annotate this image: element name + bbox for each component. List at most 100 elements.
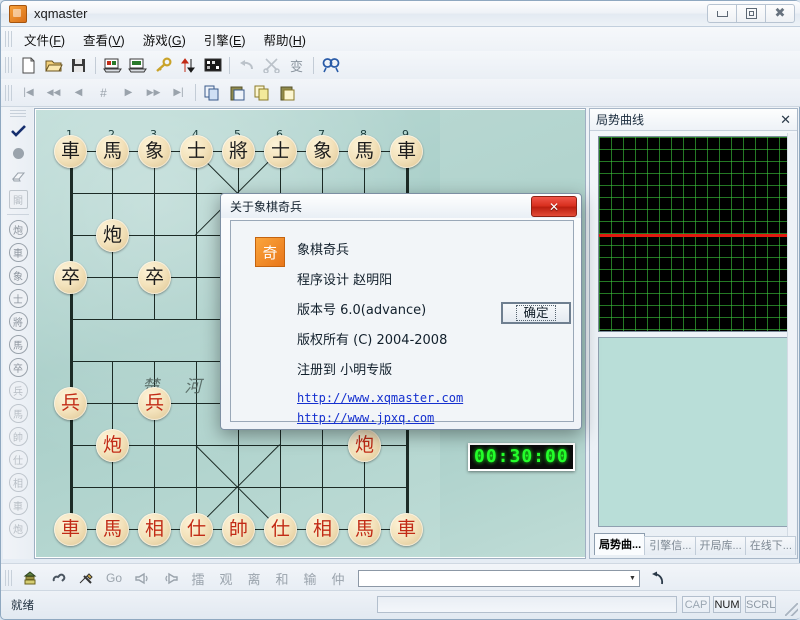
- key-icon[interactable]: [151, 54, 174, 76]
- connect-server-icon[interactable]: [17, 568, 43, 588]
- copy-moves-icon[interactable]: [251, 82, 274, 104]
- leave-button[interactable]: 离: [241, 568, 267, 588]
- challenge-button[interactable]: 擂: [185, 568, 211, 588]
- close-button[interactable]: ✖: [765, 4, 795, 23]
- board-setup-icon[interactable]: [201, 54, 224, 76]
- observe-button[interactable]: 观: [213, 568, 239, 588]
- first-move-icon[interactable]: |◀: [17, 82, 40, 104]
- tab-online-play[interactable]: 在线下...: [745, 536, 796, 555]
- eraser-tool[interactable]: [6, 165, 30, 188]
- link-icon[interactable]: [45, 568, 71, 588]
- board-piece[interactable]: 車: [54, 135, 87, 168]
- board-piece[interactable]: 兵: [138, 387, 171, 420]
- menu-view[interactable]: 查看(V): [74, 28, 134, 51]
- piece-black-jiang[interactable]: 將: [6, 310, 30, 333]
- chat-input[interactable]: ▼: [358, 570, 640, 587]
- board-tool[interactable]: 閣: [6, 188, 30, 211]
- copy-board-icon[interactable]: [201, 82, 224, 104]
- board-piece[interactable]: 馬: [348, 513, 381, 546]
- piece-red-shi[interactable]: 仕: [6, 448, 30, 471]
- online-toolbar-grip[interactable]: [5, 570, 12, 586]
- board-piece[interactable]: 炮: [348, 429, 381, 462]
- about-dialog-titlebar[interactable]: 关于象棋奇兵 ✕: [221, 194, 581, 218]
- board-piece[interactable]: 馬: [96, 513, 129, 546]
- piece-black-ju[interactable]: 車: [6, 241, 30, 264]
- flip-board-icon[interactable]: [176, 54, 199, 76]
- board-piece[interactable]: 象: [306, 135, 339, 168]
- board-piece[interactable]: 仕: [180, 513, 213, 546]
- last-move-icon[interactable]: ▶|: [167, 82, 190, 104]
- dot-tool[interactable]: [6, 142, 30, 165]
- piece-black-shi[interactable]: 士: [6, 287, 30, 310]
- open-file-icon[interactable]: [42, 54, 65, 76]
- tab-opening-book[interactable]: 开局库...: [695, 536, 746, 555]
- board-piece[interactable]: 仕: [264, 513, 297, 546]
- board-piece[interactable]: 士: [264, 135, 297, 168]
- speak-right-icon[interactable]: [157, 568, 183, 588]
- board-piece[interactable]: 帥: [222, 513, 255, 546]
- board-piece[interactable]: 車: [390, 513, 423, 546]
- next-move-icon[interactable]: ▶: [117, 82, 140, 104]
- board-piece[interactable]: 卒: [138, 261, 171, 294]
- paste-board-icon[interactable]: [226, 82, 249, 104]
- menu-engine[interactable]: 引擎(E): [195, 28, 255, 51]
- arbiter-button[interactable]: 仲: [325, 568, 351, 588]
- piece-red-bing[interactable]: 兵: [6, 379, 30, 402]
- minimize-button[interactable]: [707, 4, 737, 23]
- board-piece[interactable]: 象: [138, 135, 171, 168]
- piece-red-ju[interactable]: 車: [6, 494, 30, 517]
- board-piece[interactable]: 相: [138, 513, 171, 546]
- board-piece[interactable]: 兵: [54, 387, 87, 420]
- piece-black-pao[interactable]: 炮: [6, 218, 30, 241]
- board-piece[interactable]: 炮: [96, 429, 129, 462]
- resize-grip[interactable]: [785, 603, 798, 616]
- new-file-icon[interactable]: [17, 54, 40, 76]
- about-link-xqmaster[interactable]: http://www.xqmaster.com: [297, 391, 463, 405]
- move-number-icon[interactable]: #: [92, 82, 115, 104]
- piece-black-xiang[interactable]: 象: [6, 264, 30, 287]
- maximize-button[interactable]: [736, 4, 766, 23]
- speak-left-icon[interactable]: [129, 568, 155, 588]
- board-piece[interactable]: 馬: [96, 135, 129, 168]
- evaluation-curve-chart[interactable]: [598, 136, 790, 332]
- piece-red-shuai[interactable]: 帥: [6, 425, 30, 448]
- board-piece[interactable]: 炮: [96, 219, 129, 252]
- send-undo-icon[interactable]: [645, 568, 671, 588]
- select-tool[interactable]: [6, 119, 30, 142]
- board-piece[interactable]: 將: [222, 135, 255, 168]
- board-piece[interactable]: 卒: [54, 261, 87, 294]
- sidebar-grip[interactable]: [10, 110, 26, 117]
- save-file-icon[interactable]: [67, 54, 90, 76]
- menu-help[interactable]: 帮助(H): [255, 28, 315, 51]
- menu-file[interactable]: 文件(F): [15, 28, 74, 51]
- piece-red-ma[interactable]: 馬: [6, 402, 30, 425]
- main-toolbar-grip[interactable]: [5, 57, 12, 73]
- fast-back-icon[interactable]: ◀◀: [42, 82, 65, 104]
- right-panel-close-icon[interactable]: ✕: [780, 112, 791, 128]
- paste-moves-icon[interactable]: [276, 82, 299, 104]
- fast-forward-icon[interactable]: ▶▶: [142, 82, 165, 104]
- tools-icon[interactable]: [73, 568, 99, 588]
- chevron-down-icon[interactable]: ▼: [626, 571, 639, 586]
- move-list-area[interactable]: [598, 337, 790, 527]
- find-icon[interactable]: [319, 54, 342, 76]
- prev-move-icon[interactable]: ◀: [67, 82, 90, 104]
- about-dialog-close-button[interactable]: ✕: [531, 196, 577, 217]
- piece-red-pao[interactable]: 炮: [6, 517, 30, 540]
- draw-button[interactable]: 和: [269, 568, 295, 588]
- menu-game[interactable]: 游戏(G): [134, 28, 195, 51]
- piece-black-zu[interactable]: 卒: [6, 356, 30, 379]
- board-piece[interactable]: 相: [306, 513, 339, 546]
- resign-button[interactable]: 输: [297, 568, 323, 588]
- nav-toolbar-grip[interactable]: [5, 85, 12, 101]
- board-piece[interactable]: 車: [390, 135, 423, 168]
- about-ok-button[interactable]: 确定: [501, 302, 571, 324]
- board-piece[interactable]: 車: [54, 513, 87, 546]
- piece-black-ma[interactable]: 馬: [6, 333, 30, 356]
- save-position-icon[interactable]: [126, 54, 149, 76]
- load-position-icon[interactable]: [101, 54, 124, 76]
- tab-engine-info[interactable]: 引擎信...: [644, 536, 695, 555]
- about-link-jpxq[interactable]: http://www.jpxq.com: [297, 411, 434, 425]
- board-piece[interactable]: 馬: [348, 135, 381, 168]
- menubar-grip[interactable]: [5, 31, 12, 47]
